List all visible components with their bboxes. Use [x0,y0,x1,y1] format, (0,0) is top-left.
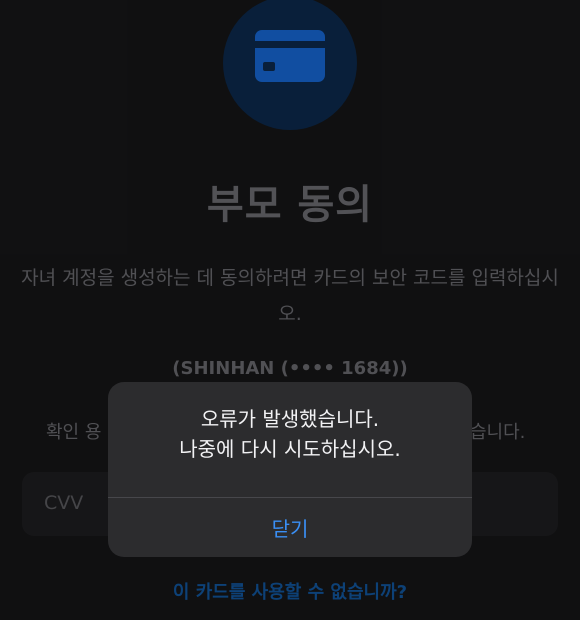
alert-message-line-2: 나중에 다시 시도하십시오. [179,437,401,461]
alert-message-line-1: 오류가 발생했습니다. [200,407,380,431]
alert-message: 오류가 발생했습니다. 나중에 다시 시도하십시오. [108,404,472,464]
error-alert: 오류가 발생했습니다. 나중에 다시 시도하십시오. 닫기 [108,382,472,557]
alert-close-button[interactable]: 닫기 [108,498,472,557]
